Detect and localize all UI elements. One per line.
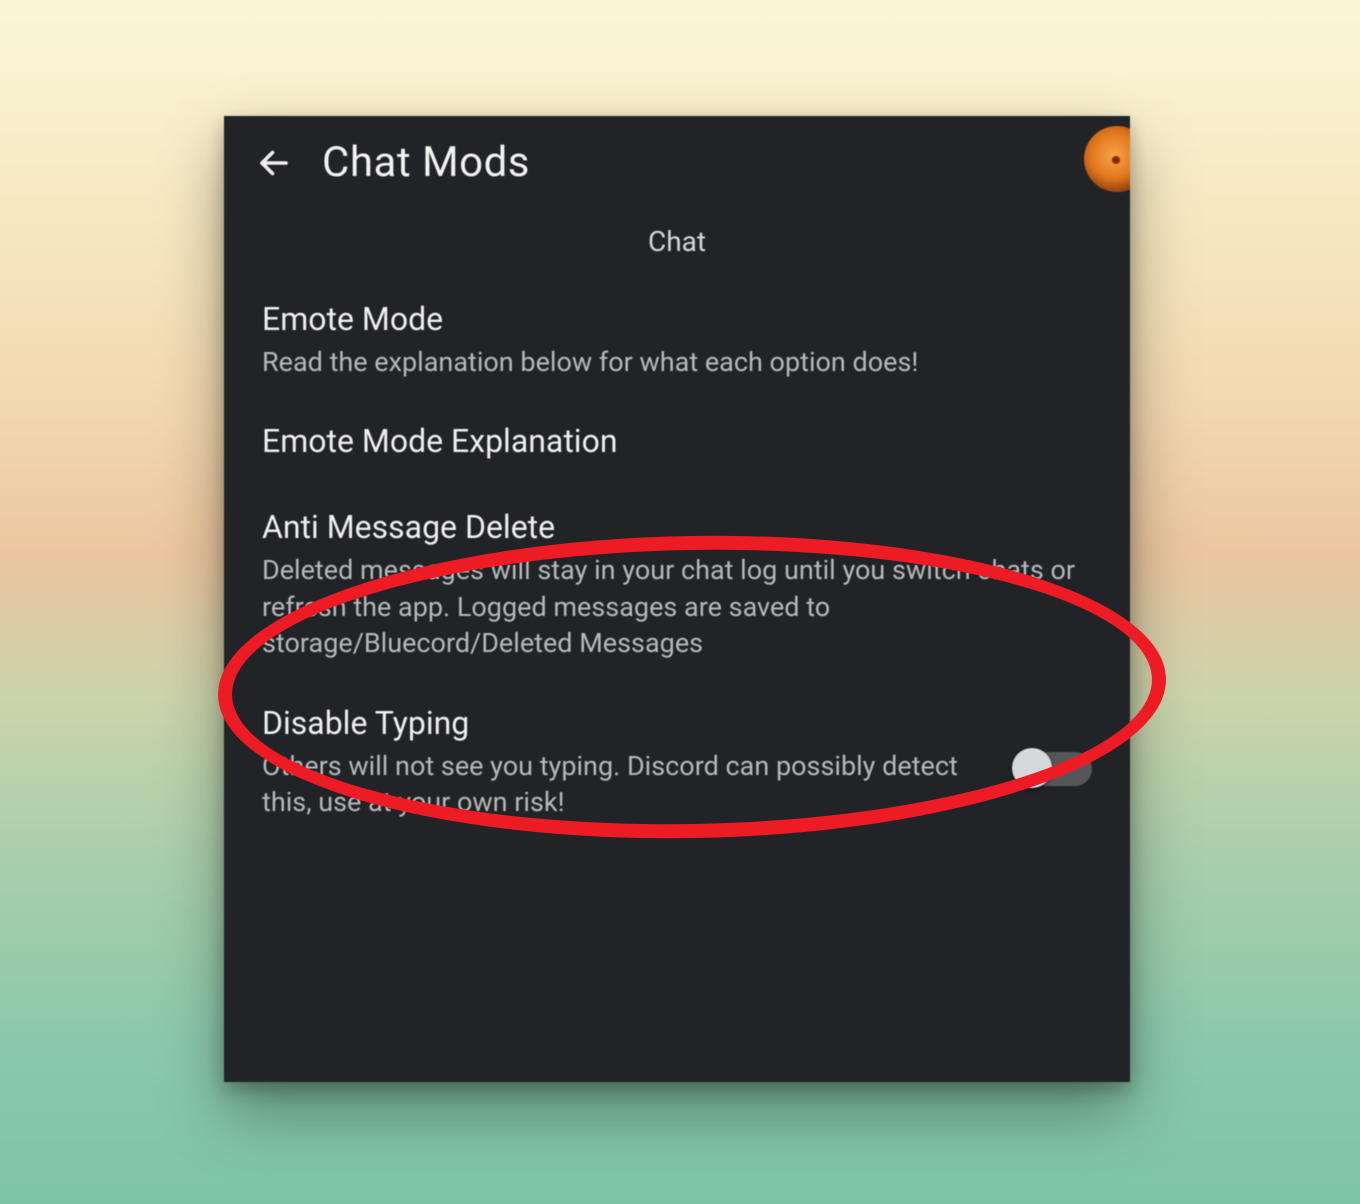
setting-emote-mode[interactable]: Emote Mode Read the explanation below fo… [258,268,1096,390]
settings-list: Emote Mode Read the explanation below fo… [224,268,1130,831]
setting-title: Emote Mode [262,300,1092,338]
setting-title: Emote Mode Explanation [262,422,1092,460]
header-bar: Chat Mods [224,116,1130,197]
disable-typing-toggle[interactable] [1014,752,1092,786]
profile-avatar[interactable] [1084,126,1130,192]
setting-title: Disable Typing [262,704,990,742]
back-button[interactable] [252,141,296,185]
page-title: Chat Mods [322,138,530,187]
setting-disable-typing[interactable]: Disable Typing Others will not see you t… [258,672,1096,831]
setting-desc: Deleted messages will stay in your chat … [262,552,1092,661]
settings-card: Chat Mods Chat Emote Mode Read the expla… [224,116,1130,1082]
section-label-chat: Chat [224,225,1130,258]
page-background: Chat Mods Chat Emote Mode Read the expla… [0,0,1360,1204]
toggle-knob [1012,748,1052,788]
setting-emote-mode-explanation[interactable]: Emote Mode Explanation [258,390,1096,476]
setting-anti-message-delete[interactable]: Anti Message Delete Deleted messages wil… [258,476,1096,671]
setting-desc: Read the explanation below for what each… [262,344,1092,380]
arrow-left-icon [256,145,292,181]
setting-desc: Others will not see you typing. Discord … [262,748,990,821]
setting-title: Anti Message Delete [262,508,1092,546]
